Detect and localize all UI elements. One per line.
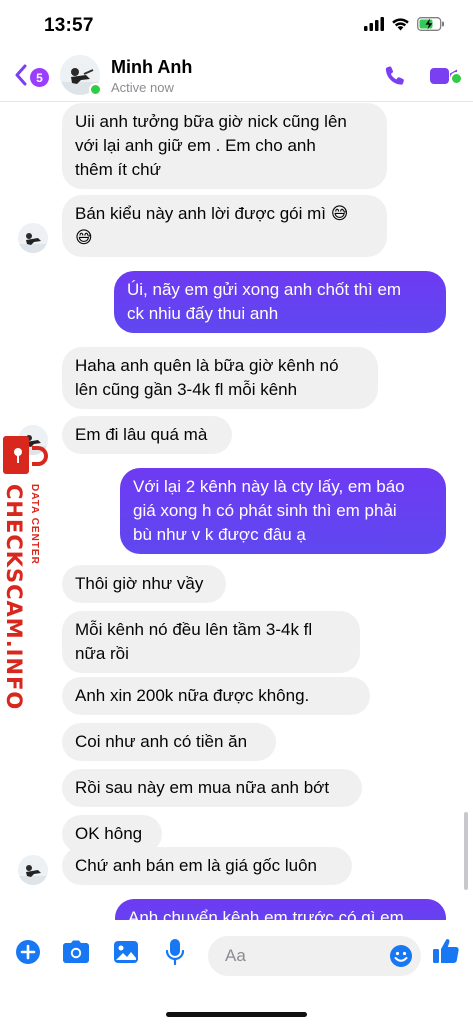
message-line: Em đi lâu quá mà (75, 425, 208, 444)
watermark: CHECKSCAM.INFO DATA CENTER (0, 436, 48, 710)
online-indicator (89, 83, 102, 96)
sender-avatar[interactable] (18, 223, 48, 253)
video-online-indicator (450, 72, 463, 85)
incoming-message[interactable]: Chứ anh bán em là giá gốc luôn (62, 847, 352, 885)
status-icons (364, 17, 445, 36)
message-line: bù như v k được đâu ạ (133, 525, 306, 544)
incoming-message[interactable]: Uii anh tưởng bữa giờ nick cũng lên với l… (62, 103, 387, 189)
incoming-message[interactable]: Rồi sau này em mua nữa anh bớt (62, 769, 362, 807)
battery-charging-icon (417, 17, 445, 36)
status-time: 13:57 (44, 15, 94, 36)
message-input-placeholder: Aa (225, 946, 246, 965)
contact-name[interactable]: Minh Anh (111, 57, 192, 78)
message-line: Với lại 2 kênh này là cty lấy, em báo (133, 477, 405, 496)
camera-icon[interactable] (62, 938, 90, 966)
sender-avatar[interactable] (18, 855, 48, 885)
outgoing-message[interactable]: Úi, nãy em gửi xong anh chốt thì em ck nh… (114, 271, 446, 333)
message-line: Úi, nãy em gửi xong anh chốt thì em (127, 280, 402, 299)
home-indicator (166, 1012, 307, 1017)
unread-badge: 5 (30, 68, 49, 87)
lock-shackle (32, 446, 48, 466)
contact-status: Active now (111, 80, 174, 95)
incoming-message[interactable]: Bán kiểu này anh lời được gói mì 😅 😅 (62, 195, 387, 257)
incoming-message[interactable]: Anh xin 200k nữa được không. (62, 677, 370, 715)
microphone-icon[interactable] (161, 938, 189, 966)
message-list[interactable]: Uii anh tưởng bữa giờ nick cũng lên với l… (0, 103, 473, 920)
message-line: Haha anh quên là bữa giờ kênh nó (75, 356, 339, 375)
message-line: thêm ít chứ (75, 160, 162, 179)
incoming-message[interactable]: Mỗi kênh nó đều lên tầm 3-4k fl nữa rồi (62, 611, 360, 673)
message-input[interactable]: Aa (208, 936, 421, 976)
message-line: với lại anh giữ em . Em cho anh (75, 136, 316, 155)
message-line: Thôi giờ như vầy (75, 574, 204, 593)
message-line: Anh chuyển kênh em trước có gì em (128, 908, 404, 920)
back-button[interactable]: 5 (14, 64, 49, 91)
signal-icon (364, 17, 384, 36)
message-line: Chứ anh bán em là giá gốc luôn (75, 856, 317, 875)
incoming-message[interactable]: Thôi giờ như vầy (62, 565, 226, 603)
watermark-site: CHECKSCAM.INFO (2, 484, 26, 711)
thumbs-up-icon[interactable] (431, 935, 461, 967)
photo-icon[interactable] (112, 938, 140, 966)
composer: Aa (0, 920, 473, 1024)
watermark-tagline: DATA CENTER (29, 484, 40, 565)
message-line: Mỗi kênh nó đều lên tầm 3-4k fl (75, 620, 313, 639)
wifi-icon (391, 17, 410, 36)
back-chevron-icon (14, 64, 28, 91)
message-line: OK hông (75, 824, 143, 843)
scrollbar[interactable] (464, 812, 468, 890)
header-actions (383, 64, 459, 93)
message-line: Coi như anh có tiền ăn (75, 732, 248, 751)
outgoing-message[interactable]: Anh chuyển kênh em trước có gì em (115, 899, 446, 920)
plus-icon[interactable] (14, 938, 42, 966)
message-line: Anh xin 200k nữa được không. (75, 686, 310, 705)
emoji-icon[interactable] (389, 944, 413, 968)
conversation-header: 5 Minh Anh Active now (0, 50, 473, 102)
status-bar: 13:57 (0, 0, 473, 50)
incoming-message[interactable]: Coi như anh có tiền ăn (62, 723, 276, 761)
phone-icon[interactable] (383, 64, 407, 93)
message-line: Rồi sau này em mua nữa anh bớt (75, 778, 330, 797)
message-line: Bán kiểu này anh lời được gói mì 😅 (75, 204, 349, 223)
message-line: ck nhiu đấy thui anh (127, 304, 279, 323)
message-line: lên cũng gần 3-4k fl mỗi kênh (75, 380, 298, 399)
lock-icon (3, 436, 29, 474)
message-line: Uii anh tưởng bữa giờ nick cũng lên (75, 112, 347, 131)
incoming-message[interactable]: Em đi lâu quá mà (62, 416, 232, 454)
message-line: nữa rồi (75, 644, 129, 663)
message-line: 😅 (75, 228, 93, 247)
message-line: giá xong h có phát sinh thì em phải (133, 501, 397, 520)
incoming-message[interactable]: Haha anh quên là bữa giờ kênh nó lên cũng… (62, 347, 378, 409)
outgoing-message[interactable]: Với lại 2 kênh này là cty lấy, em báo giá… (120, 468, 446, 554)
